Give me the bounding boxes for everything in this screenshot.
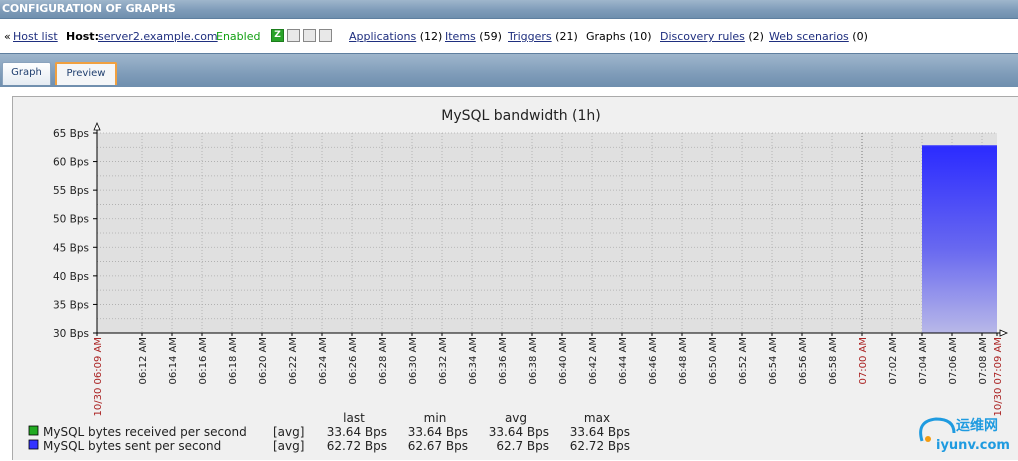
legend-value-avg: 62.7 Bps [496,439,549,453]
page-header: CONFIGURATION OF GRAPHS [0,0,1018,19]
x-tick-label: 06:48 AM [678,337,689,384]
x-tick-label: 10/30 06:09 AM [93,337,104,416]
x-tick-label: 06:24 AM [318,337,329,384]
x-tick-label: 07:00 AM [858,337,869,384]
legend-header-max: max [584,411,610,425]
chart-grid [97,132,997,334]
chart-x-ticks: 10/30 06:09 AM 06:12 AM 06:14 AM 06:16 AM 06… [93,333,1004,416]
watermark-logo: 运维网 iyunv.com [914,413,1014,457]
x-tick-label: 06:20 AM [258,337,269,384]
legend-func: [avg] [273,439,304,453]
y-tick-label: 45 Bps [53,242,89,254]
chart-title: MySQL bandwidth (1h) [441,108,601,124]
x-tick-label: 06:44 AM [618,337,629,384]
x-tick-label: 06:40 AM [558,337,569,384]
x-tick-label: 07:04 AM [918,337,929,384]
x-tick-label: 06:32 AM [438,337,449,384]
legend-value-avg: 33.64 Bps [489,425,549,439]
legend-header-avg: avg [505,411,527,425]
x-tick-label: 06:16 AM [198,337,209,384]
x-tick-label: 06:18 AM [228,337,239,384]
x-tick-label: 06:46 AM [648,337,659,384]
y-tick-label: 40 Bps [53,271,89,283]
y-tick-label: 65 Bps [53,128,89,140]
snmp-availability-icon [287,29,300,42]
legend-series-name: MySQL bytes received per second [43,425,247,439]
tab-bar: Graph Preview [0,53,1018,87]
x-tick-label: 06:30 AM [408,337,419,384]
tab-preview[interactable]: Preview [55,62,117,85]
x-tick-label: 06:50 AM [708,337,719,384]
y-tick-label: 55 Bps [53,185,89,197]
back-marker: « [4,30,11,43]
y-tick-label: 50 Bps [53,214,89,226]
x-tick-label: 06:56 AM [798,337,809,384]
legend-value-max: 33.64 Bps [570,425,630,439]
x-tick-label: 07:08 AM [978,337,989,384]
x-tick-label: 06:42 AM [588,337,599,384]
nav-web-scenarios[interactable]: Web scenarios (0) [769,30,868,43]
legend-value-max: 62.72 Bps [570,439,630,453]
host-name-link[interactable]: server2.example.com [98,30,218,43]
nav-applications[interactable]: Applications (12) [349,30,442,43]
x-tick-label: 10/30 07:09 AM [993,337,1004,416]
nav-triggers[interactable]: Triggers (21) [508,30,578,43]
mysql-bandwidth-chart: MySQL bandwidth (1h) 10/30 06:09 AM 06:12… [28,108,1009,453]
sent-series-area [922,146,997,333]
legend-value-last: 62.72 Bps [327,439,387,453]
watermark-text-site: iyunv.com [936,438,1010,453]
chart-legend: last min avg max MySQL bytes received per se… [28,411,630,453]
legend-series-name: MySQL bytes sent per second [43,439,221,453]
x-tick-label: 06:28 AM [378,337,389,384]
legend-func: [avg] [273,425,304,439]
chart-series [922,145,997,333]
x-tick-label: 07:06 AM [948,337,959,384]
x-tick-label: 06:38 AM [528,337,539,384]
zabbix-agent-availability-icon: Z [271,29,284,42]
nav-graphs: Graphs (10) [586,30,652,43]
x-tick-label: 06:36 AM [498,337,509,384]
jmx-availability-icon [303,29,316,42]
chart-y-ticks: 30 Bps 35 Bps 40 Bps 45 Bps 50 Bps 55 Bps 60 B… [53,128,97,340]
host-status[interactable]: Enabled [216,30,260,43]
host-label: Host: [66,30,99,43]
y-axis-arrow [93,121,101,131]
x-tick-label: 06:22 AM [288,337,299,384]
x-tick-label: 06:54 AM [768,337,779,384]
page-title: CONFIGURATION OF GRAPHS [2,2,176,15]
tab-graph[interactable]: Graph [2,62,51,85]
host-navigation-bar: « Host list Host: server2.example.com En… [0,19,1018,53]
y-tick-label: 35 Bps [53,299,89,311]
nav-items[interactable]: Items (59) [445,30,502,43]
y-tick-label: 60 Bps [53,157,89,169]
x-tick-label: 06:58 AM [828,337,839,384]
x-tick-label: 06:26 AM [348,337,359,384]
legend-header-last: last [343,411,365,425]
legend-swatch [28,439,39,450]
x-tick-label: 06:34 AM [468,337,479,384]
legend-value-min: 33.64 Bps [408,425,468,439]
graph-preview-frame: MySQL bandwidth (1h) 10/30 06:09 AM 06:12… [12,96,1018,460]
x-tick-label: 06:12 AM [138,337,149,384]
nav-discovery-rules[interactable]: Discovery rules (2) [660,30,764,43]
legend-swatch [28,425,39,436]
legend-value-min: 62.67 Bps [408,439,468,453]
legend-header-min: min [424,411,447,425]
x-tick-label: 06:14 AM [168,337,179,384]
host-list-link[interactable]: Host list [13,30,58,43]
legend-value-last: 33.64 Bps [327,425,387,439]
y-tick-label: 30 Bps [53,328,89,340]
x-axis-arrow [999,329,1009,337]
ipmi-availability-icon [319,29,332,42]
watermark-text-cn: 运维网 [956,417,998,434]
x-tick-label: 07:02 AM [888,337,899,384]
x-tick-label: 06:52 AM [738,337,749,384]
